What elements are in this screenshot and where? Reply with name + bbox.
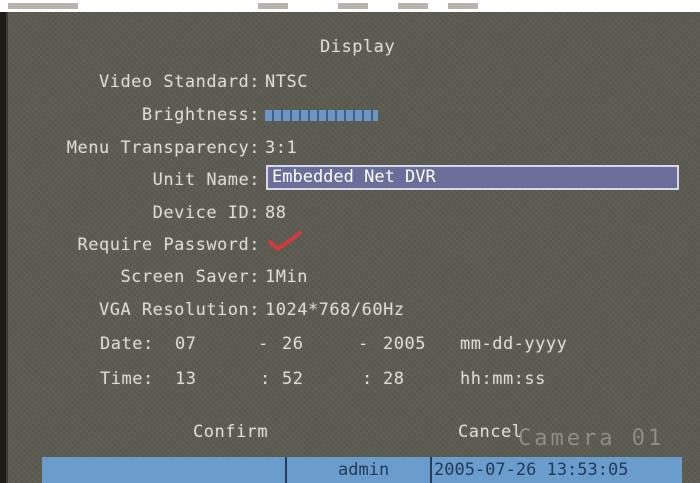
banner-mark <box>8 3 78 9</box>
screen-saver-label: Screen Saver: <box>120 267 260 287</box>
top-banner <box>0 0 700 12</box>
unit-name-label: Unit Name: <box>152 170 260 190</box>
time-separator: : <box>362 369 373 389</box>
date-separator: - <box>358 334 369 354</box>
time-separator: : <box>260 369 271 389</box>
camera-label: Camera 01 <box>518 426 665 451</box>
date-separator: - <box>258 334 269 354</box>
brightness-slider[interactable] <box>265 110 378 121</box>
device-id-input[interactable]: 88 <box>265 203 286 223</box>
banner-mark <box>398 3 428 9</box>
brightness-label: Brightness: <box>141 105 260 125</box>
status-datetime: 2005-07-26 13:53:05 <box>434 460 629 480</box>
time-hour-input[interactable]: 13 <box>175 369 196 389</box>
video-standard-label: Video Standard: <box>98 72 260 92</box>
require-password-label: Require Password: <box>77 235 260 255</box>
video-standard-select[interactable]: NTSC <box>265 72 308 92</box>
time-label: Time: <box>100 369 154 389</box>
device-id-label: Device ID: <box>152 203 260 223</box>
menu-transparency-label: Menu Transparency: <box>66 138 260 158</box>
confirm-button[interactable]: Confirm <box>193 422 268 442</box>
screen-saver-select[interactable]: 1Min <box>265 267 308 287</box>
banner-mark <box>258 3 288 9</box>
status-divider <box>430 457 432 483</box>
menu-transparency-select[interactable]: 3:1 <box>265 138 297 158</box>
banner-mark <box>338 3 368 9</box>
checkmark-icon <box>268 231 302 251</box>
vga-resolution-label: VGA Resolution: <box>98 300 260 320</box>
cancel-button[interactable]: Cancel <box>458 422 522 442</box>
require-password-checkbox[interactable] <box>268 230 304 252</box>
date-month-input[interactable]: 07 <box>175 334 196 354</box>
status-divider <box>285 457 287 483</box>
date-day-input[interactable]: 26 <box>282 334 303 354</box>
date-year-input[interactable]: 2005 <box>383 334 426 354</box>
time-minute-input[interactable]: 52 <box>282 369 303 389</box>
time-second-input[interactable]: 28 <box>383 369 404 389</box>
page-title: Display <box>320 37 396 57</box>
date-format-hint: mm-dd-yyyy <box>460 334 568 354</box>
date-label: Date: <box>100 334 154 354</box>
time-format-hint: hh:mm:ss <box>460 369 546 389</box>
unit-name-input[interactable]: Embedded Net DVR <box>266 165 679 190</box>
vga-resolution-select[interactable]: 1024*768/60Hz <box>265 300 405 320</box>
banner-mark <box>448 3 478 9</box>
status-user: admin <box>338 460 390 480</box>
